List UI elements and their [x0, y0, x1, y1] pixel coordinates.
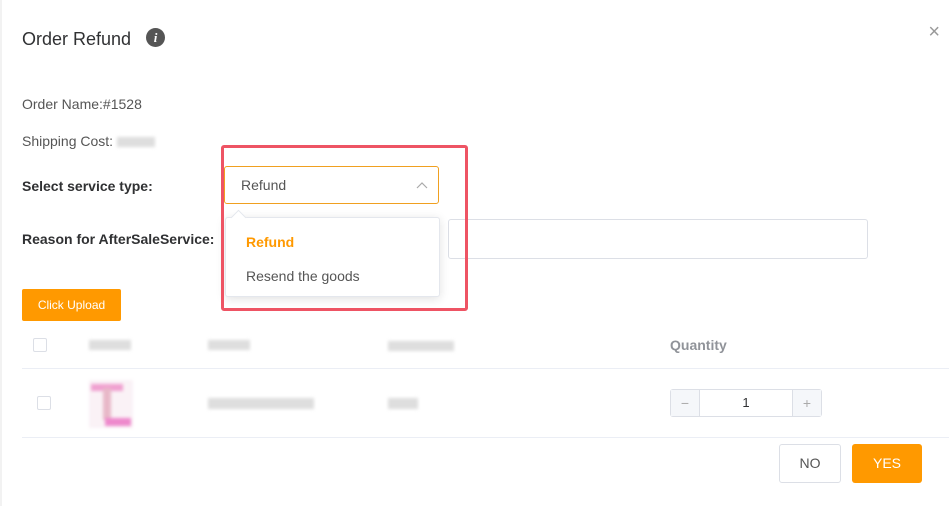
- product-value-redacted: [388, 398, 418, 409]
- product-thumbnail: [89, 380, 133, 428]
- info-icon[interactable]: i: [146, 28, 165, 47]
- quantity-stepper[interactable]: − 1 +: [670, 389, 822, 417]
- close-icon[interactable]: ×: [928, 22, 940, 42]
- no-button[interactable]: NO: [779, 444, 841, 483]
- table-row: − 1 +: [22, 369, 949, 438]
- quantity-header: Quantity: [670, 337, 727, 353]
- reason-label: Reason for AfterSaleService:: [22, 231, 215, 247]
- quantity-value[interactable]: 1: [700, 390, 792, 416]
- shipping-cost-label: Shipping Cost:: [22, 133, 114, 149]
- increment-button[interactable]: +: [792, 390, 821, 416]
- order-refund-dialog: Order Refund i × Order Name:#1528 Shippi…: [2, 0, 949, 506]
- header-redacted-3: [388, 341, 454, 351]
- decrement-button[interactable]: −: [671, 390, 700, 416]
- order-name-value: #1528: [102, 96, 142, 112]
- product-name-redacted: [208, 398, 314, 409]
- yes-button[interactable]: YES: [852, 444, 922, 483]
- table-header: Quantity: [22, 323, 949, 369]
- highlight-annotation: [221, 145, 468, 311]
- header-redacted-1: [89, 340, 131, 350]
- header-redacted-2: [208, 340, 250, 350]
- shipping-cost-line: Shipping Cost:: [22, 133, 155, 149]
- service-type-label: Select service type:: [22, 178, 153, 194]
- shipping-cost-value-redacted: [116, 137, 155, 148]
- select-all-checkbox[interactable]: [33, 338, 47, 352]
- reason-input[interactable]: [448, 219, 868, 259]
- click-upload-button[interactable]: Click Upload: [22, 289, 121, 321]
- row-checkbox[interactable]: [37, 396, 51, 410]
- order-name-label: Order Name:: [22, 96, 103, 112]
- dialog-title: Order Refund: [22, 29, 132, 49]
- order-name-line: Order Name:#1528: [22, 96, 142, 112]
